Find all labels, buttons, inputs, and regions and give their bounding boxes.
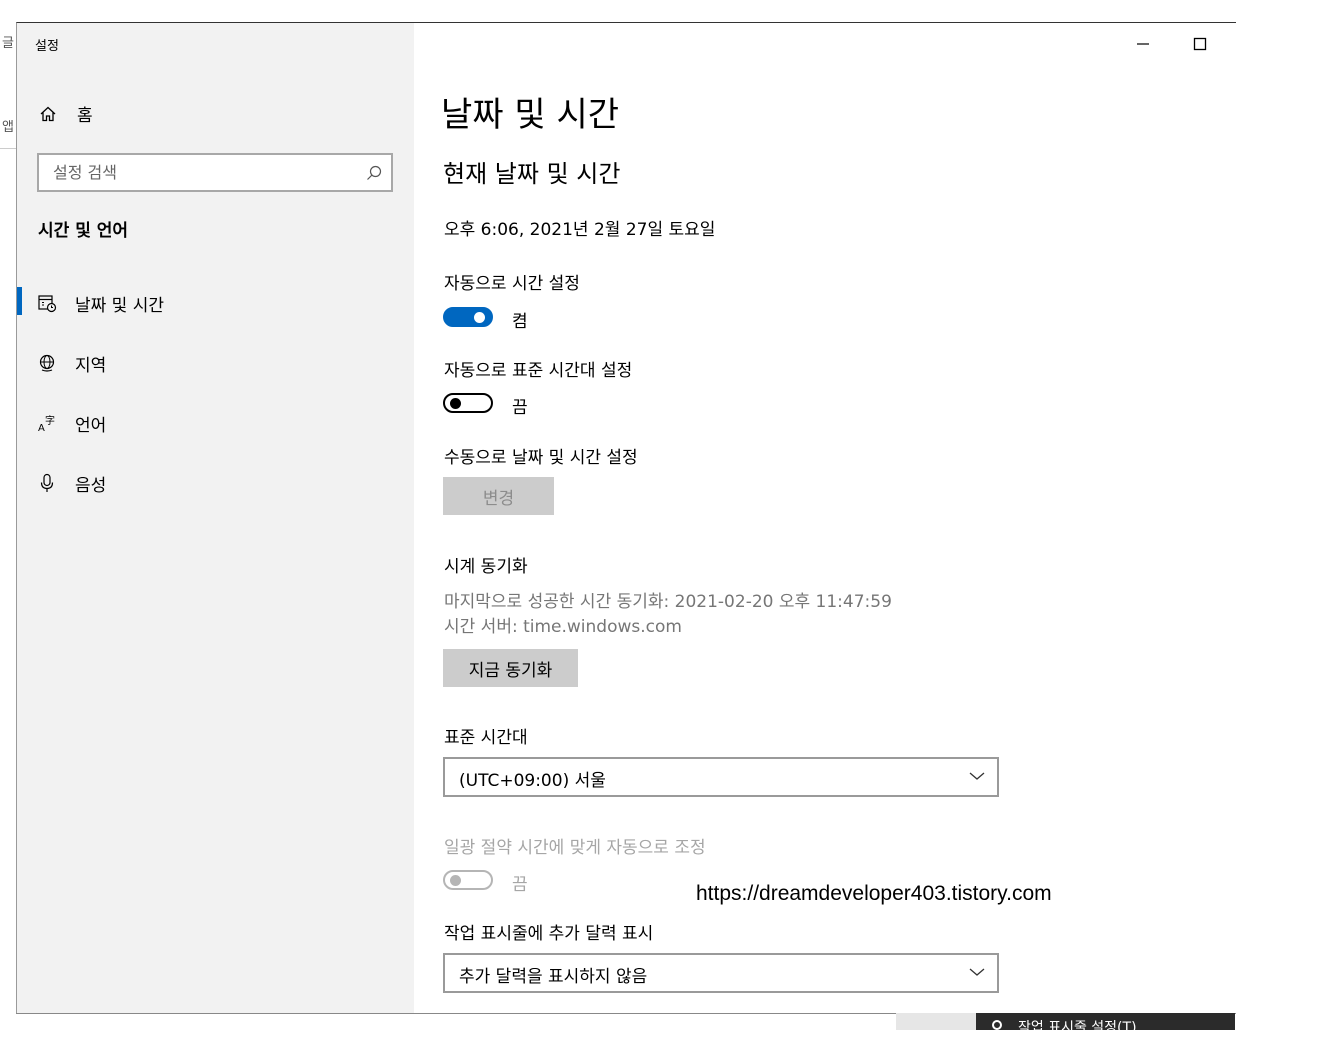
auto-time-state: 켬: [512, 312, 528, 332]
auto-time-label: 자동으로 시간 설정: [444, 274, 580, 294]
sidebar-item-label: 날짜 및 시간: [75, 295, 165, 316]
main-content: 날짜 및 시간 현재 날짜 및 시간 오후 6:06, 2021년 2월 27일…: [414, 23, 1236, 1013]
svg-text:A: A: [38, 423, 45, 433]
sidebar-item-label: 음성: [75, 475, 107, 496]
auto-timezone-state: 끔: [512, 398, 528, 418]
home-icon: [40, 106, 56, 121]
section-title: 시간 및 언어: [38, 221, 129, 241]
timezone-label: 표준 시간대: [444, 728, 528, 748]
chevron-down-icon: [969, 968, 985, 976]
dst-toggle[interactable]: [443, 870, 493, 890]
settings-window: 설정 홈 시간 및 언어 날짜 및 시간: [16, 22, 1236, 1013]
svg-text:字: 字: [45, 414, 55, 427]
clock-sync-heading: 시계 동기화: [444, 557, 528, 577]
sidebar: 설정 홈 시간 및 언어 날짜 및 시간: [17, 23, 414, 1013]
search-box[interactable]: [37, 153, 393, 192]
globe-icon: [39, 354, 55, 372]
minimize-button[interactable]: [1120, 31, 1166, 57]
auto-time-toggle[interactable]: [443, 307, 493, 327]
manual-datetime-label: 수동으로 날짜 및 시간 설정: [444, 448, 638, 468]
search-input[interactable]: [39, 155, 353, 190]
current-datetime: 오후 6:06, 2021년 2월 27일 토요일: [444, 220, 716, 240]
minimize-icon: [1137, 43, 1149, 45]
time-server-text: 시간 서버: time.windows.com: [444, 617, 682, 637]
sidebar-item-language[interactable]: A 字 언어: [17, 399, 414, 447]
auto-timezone-label: 자동으로 표준 시간대 설정: [444, 361, 633, 381]
sidebar-item-label: 지역: [75, 355, 107, 376]
maximize-button[interactable]: [1177, 31, 1223, 57]
background-window-edge: 글 앱: [0, 22, 16, 1022]
calendar-clock-icon: [38, 295, 57, 313]
sidebar-item-region[interactable]: 지역: [17, 339, 414, 387]
home-nav-item[interactable]: 홈: [39, 101, 93, 126]
dst-state: 끔: [512, 875, 528, 895]
dst-label: 일광 절약 시간에 맞게 자동으로 조정: [444, 838, 706, 858]
additional-calendar-dropdown[interactable]: 추가 달력을 표시하지 않음: [443, 953, 999, 993]
page-title: 날짜 및 시간: [441, 95, 620, 135]
background-window-text: 앱: [2, 120, 14, 135]
taskbar-settings-label: 작업 표시줄 설정(T): [1018, 1020, 1137, 1030]
microphone-icon: [40, 473, 54, 492]
selected-indicator: [17, 287, 22, 315]
sidebar-item-label: 언어: [75, 415, 107, 436]
additional-calendar-value: 추가 달력을 표시하지 않음: [459, 967, 648, 987]
current-datetime-heading: 현재 날짜 및 시간: [443, 160, 621, 188]
watermark-url: https://dreamdeveloper403.tistory.com: [696, 882, 1052, 905]
maximize-icon: [1193, 37, 1207, 51]
additional-calendar-label: 작업 표시줄에 추가 달력 표시: [444, 924, 654, 944]
divider: [0, 148, 16, 149]
toggle-knob: [450, 398, 461, 409]
auto-timezone-toggle[interactable]: [443, 393, 493, 413]
sync-now-button[interactable]: 지금 동기화: [443, 649, 578, 687]
change-button[interactable]: 변경: [443, 477, 554, 515]
language-icon: A 字: [38, 414, 55, 433]
taskbar-shadow: [896, 1013, 976, 1030]
chevron-down-icon: [969, 772, 985, 780]
timezone-dropdown[interactable]: (UTC+09:00) 서울: [443, 757, 999, 797]
timezone-value: (UTC+09:00) 서울: [459, 771, 606, 791]
sidebar-item-speech[interactable]: 음성: [17, 459, 414, 507]
home-label: 홈: [77, 106, 93, 126]
sidebar-item-date-time[interactable]: 날짜 및 시간: [17, 279, 414, 327]
toggle-knob: [450, 875, 461, 886]
toggle-knob: [474, 312, 485, 323]
gear-icon: [992, 1020, 1002, 1030]
app-title: 설정: [35, 39, 59, 54]
background-window-text: 글: [2, 36, 14, 51]
last-sync-text: 마지막으로 성공한 시간 동기화: 2021-02-20 오후 11:47:59: [444, 592, 892, 612]
taskbar-context-menu[interactable]: 작업 표시줄 설정(T): [976, 1013, 1235, 1030]
search-icon: [367, 165, 382, 180]
